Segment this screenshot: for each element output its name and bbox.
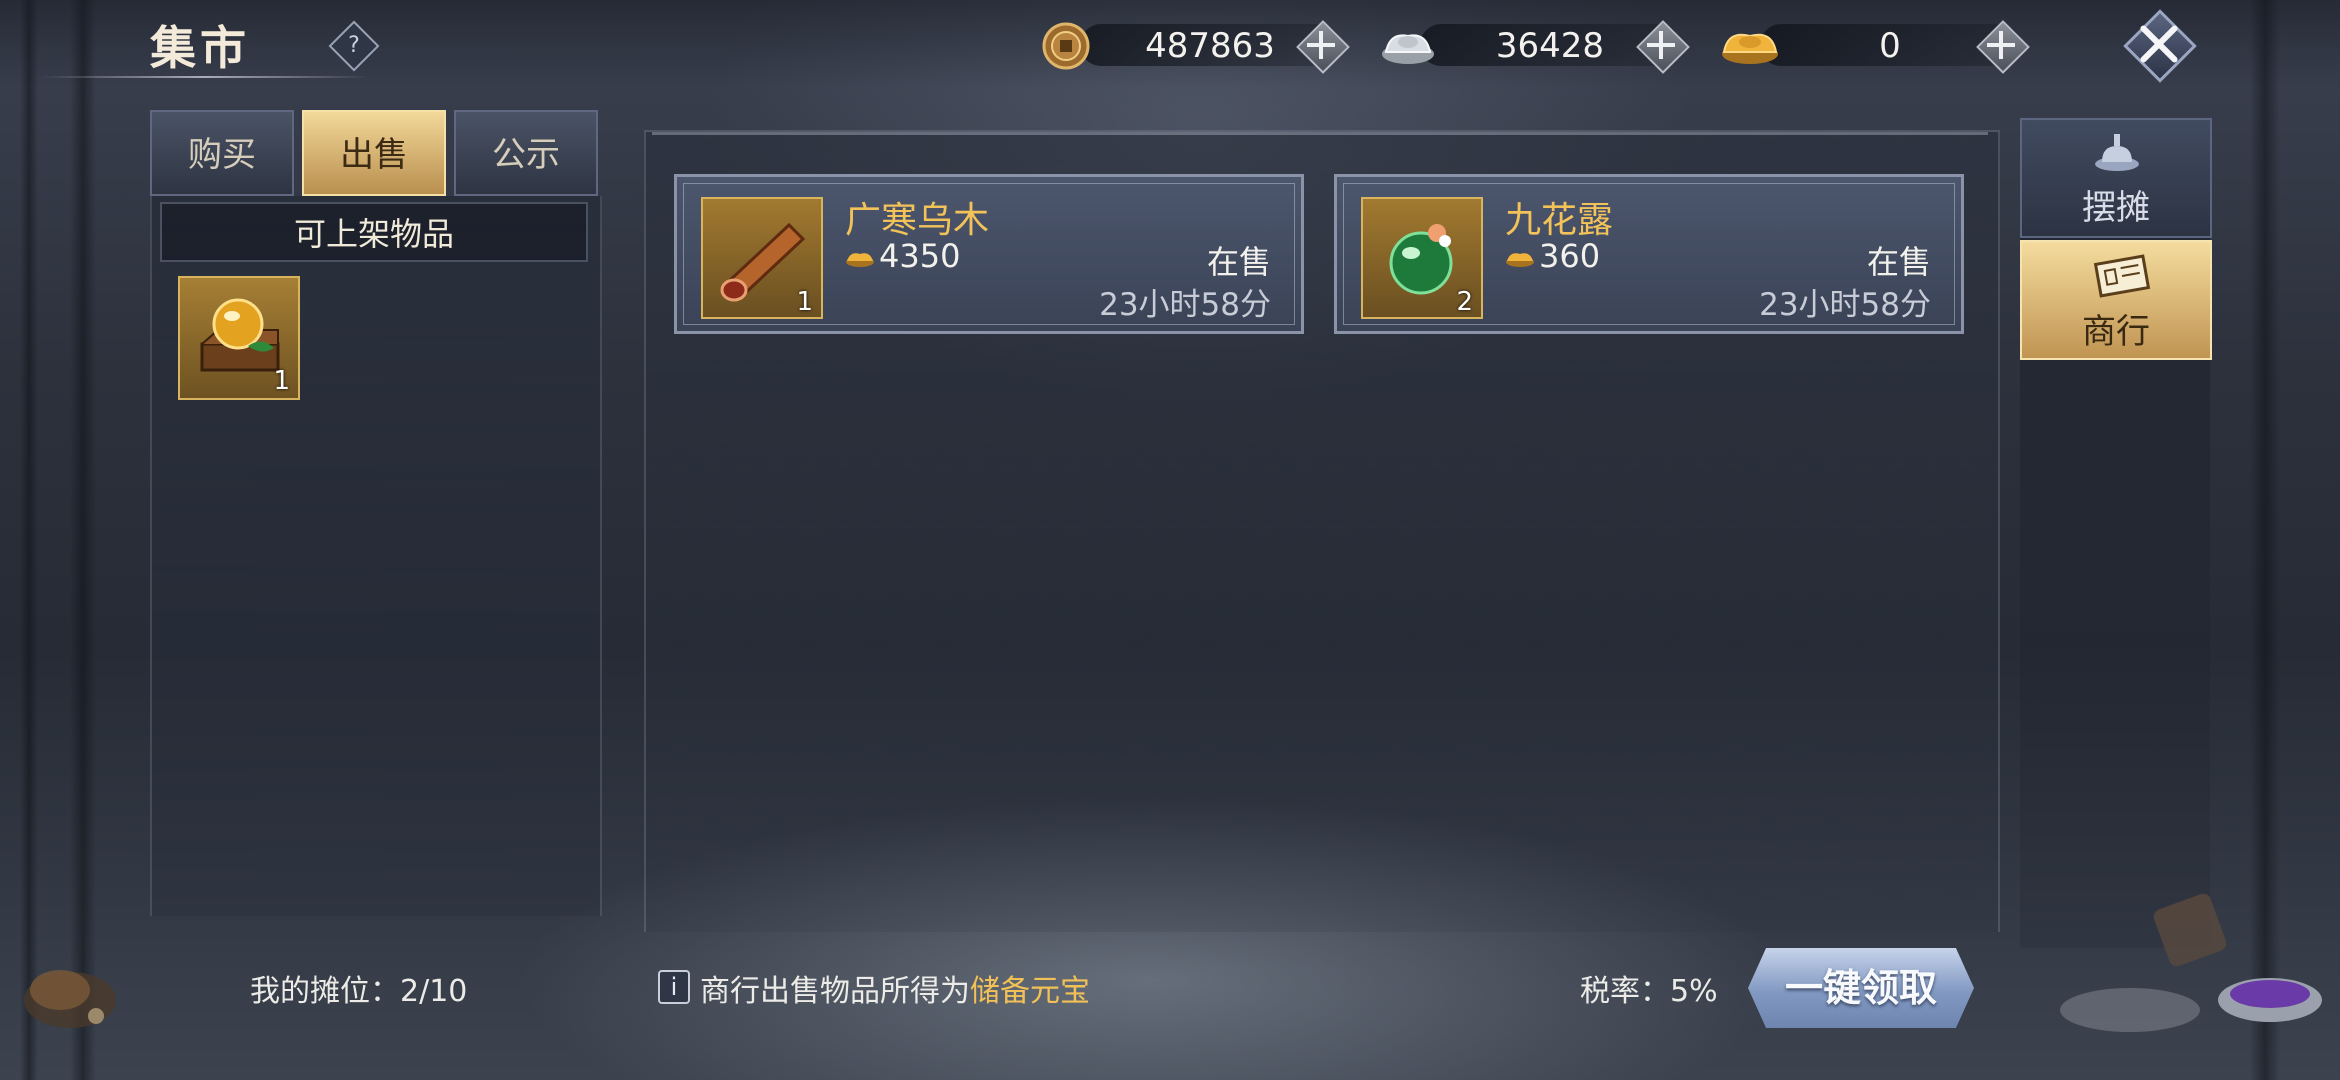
trade-house-icon bbox=[2093, 254, 2151, 298]
sales-note-text: 商行出售物品所得为 bbox=[700, 974, 970, 1009]
listing-item-slot: 2 bbox=[1361, 197, 1483, 319]
tax-rate: 税率：5% bbox=[1580, 974, 1718, 1009]
currency-value: 487863 bbox=[1145, 26, 1275, 66]
item-count: 1 bbox=[273, 366, 290, 396]
currency-silver: 36428 bbox=[1380, 20, 1690, 74]
coin-pouch-icon bbox=[24, 970, 116, 1028]
copper-coin-icon bbox=[1040, 20, 1092, 70]
item-count: 1 bbox=[796, 287, 813, 317]
listing-name: 广寒乌木 bbox=[845, 200, 990, 241]
currency-copper: 487863 bbox=[1040, 20, 1350, 74]
claim-all-label: 一键领取 bbox=[1784, 965, 1937, 1010]
panel-top-border bbox=[652, 132, 1988, 143]
listing-name: 九花露 bbox=[1505, 200, 1614, 241]
close-button[interactable] bbox=[2118, 4, 2198, 84]
gold-ingot-icon bbox=[1720, 20, 1778, 70]
side-tab-trade[interactable]: 商行 bbox=[2020, 240, 2212, 360]
tab-buy[interactable]: 购买 bbox=[150, 110, 294, 196]
inventory-header: 可上架物品 bbox=[160, 202, 588, 262]
side-tab-stall[interactable]: 摆摊 bbox=[2020, 118, 2212, 238]
ink-stone-icon bbox=[2060, 893, 2322, 1032]
item-count: 2 bbox=[1456, 287, 1473, 317]
listing-time-left: 23小时58分 bbox=[1099, 287, 1271, 323]
claim-all-button[interactable]: 一键领取 bbox=[1748, 948, 1974, 1028]
listing-price: 4350 bbox=[879, 237, 961, 275]
add-gold-button[interactable] bbox=[1976, 20, 2030, 74]
sales-note: 商行出售物品所得为储备元宝 bbox=[700, 966, 1090, 1010]
bamboo-decoration bbox=[70, 0, 96, 1080]
currency-value: 0 bbox=[1879, 26, 1901, 66]
currency-gold: 0 bbox=[1720, 20, 2030, 74]
listing-price: 360 bbox=[1539, 237, 1601, 275]
bamboo-decoration bbox=[20, 0, 38, 1080]
listing-time-left: 23小时58分 bbox=[1759, 287, 1931, 323]
title-underline bbox=[40, 76, 370, 78]
add-copper-button[interactable] bbox=[1296, 20, 1350, 74]
gold-ingot-icon bbox=[1506, 253, 1534, 267]
listing-status: 在售 bbox=[1866, 243, 1931, 281]
inventory-item[interactable]: 1 bbox=[178, 276, 300, 400]
info-icon[interactable]: i bbox=[658, 970, 690, 1004]
gold-ingot-icon bbox=[846, 253, 874, 267]
tab-notice[interactable]: 公示 bbox=[454, 110, 598, 196]
page-title: 集市 bbox=[150, 21, 250, 75]
tab-sell[interactable]: 出售 bbox=[302, 110, 446, 196]
side-tab-label: 摆摊 bbox=[2082, 188, 2150, 228]
market-tabs: 购买 出售 公示 bbox=[150, 110, 598, 196]
silver-ingot-icon bbox=[1380, 20, 1434, 70]
side-tab-label: 商行 bbox=[2082, 312, 2150, 352]
currency-value: 36428 bbox=[1495, 26, 1605, 66]
stall-icon bbox=[2095, 134, 2139, 171]
stall-count: 我的摊位：2/10 bbox=[250, 974, 468, 1009]
listing-status: 在售 bbox=[1206, 243, 1271, 281]
help-icon: ? bbox=[348, 33, 360, 58]
add-silver-button[interactable] bbox=[1636, 20, 1690, 74]
sales-note-highlight: 储备元宝 bbox=[970, 974, 1090, 1009]
listing-card[interactable]: 2 九花露 360 在售 23小时58分 bbox=[1334, 174, 1964, 334]
listing-card[interactable]: 1 广寒乌木 4350 在售 23小时58分 bbox=[674, 174, 1304, 334]
listing-item-slot: 1 bbox=[701, 197, 823, 319]
